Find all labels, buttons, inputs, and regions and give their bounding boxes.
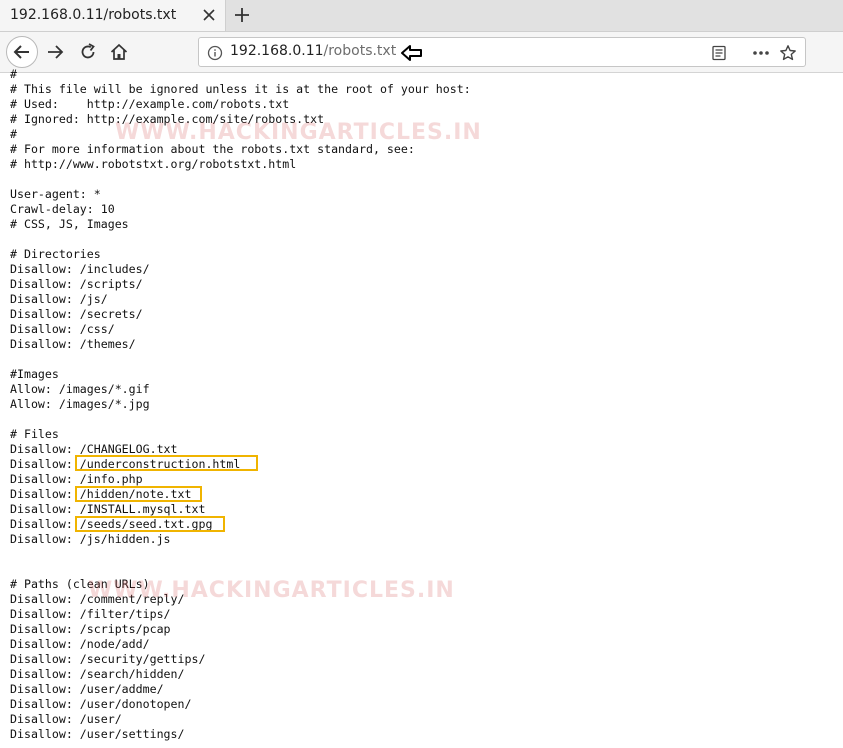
back-arrow-icon bbox=[13, 45, 29, 59]
back-button[interactable] bbox=[6, 36, 38, 68]
robots-line: Disallow: /CHANGELOG.txt bbox=[10, 442, 178, 456]
info-icon[interactable] bbox=[207, 45, 223, 61]
robots-line: User-agent: * bbox=[10, 187, 101, 201]
robots-line: Allow: /images/*.gif bbox=[10, 382, 150, 396]
robots-line: # Used: http://example.com/robots.txt bbox=[10, 97, 290, 111]
robots-line: # CSS, JS, Images bbox=[10, 217, 129, 231]
robots-line: Disallow: /scripts/ bbox=[10, 277, 143, 291]
robots-line: # bbox=[10, 127, 17, 141]
robots-line: Disallow: /info.php bbox=[10, 472, 143, 486]
robots-line: Disallow: /js/hidden.js bbox=[10, 532, 171, 546]
tab-robots-txt[interactable]: 192.168.0.11/robots.txt bbox=[0, 0, 226, 31]
robots-line: Disallow: /user/donotopen/ bbox=[10, 697, 192, 711]
url-text[interactable]: 192.168.0.11/robots.txt bbox=[230, 43, 396, 59]
url-bar[interactable]: 192.168.0.11/robots.txt bbox=[198, 37, 806, 67]
robots-line: # This file will be ignored unless it is… bbox=[10, 82, 471, 96]
watermark-bottom: WWW.HACKINGARTICLES.IN bbox=[88, 578, 455, 603]
robots-line: Disallow: /themes/ bbox=[10, 337, 136, 351]
highlight-underconstruction-html bbox=[75, 455, 258, 471]
robots-line: #Images bbox=[10, 367, 59, 381]
robots-line: # Directories bbox=[10, 247, 101, 261]
new-tab-icon[interactable] bbox=[232, 5, 252, 25]
reader-view-icon[interactable] bbox=[711, 45, 727, 61]
robots-line: Disallow: /includes/ bbox=[10, 262, 150, 276]
robots-line: Disallow: /filter/tips/ bbox=[10, 607, 171, 621]
robots-line: Disallow: /node/add/ bbox=[10, 637, 150, 651]
home-icon[interactable] bbox=[109, 42, 129, 62]
highlight-seeds-seed-txt-gpg bbox=[75, 516, 225, 532]
url-path: /robots.txt bbox=[323, 43, 397, 59]
robots-line: Disallow: /css/ bbox=[10, 322, 115, 336]
url-host: 192.168.0.11 bbox=[230, 43, 324, 59]
watermark-top: WWW.HACKINGARTICLES.IN bbox=[115, 120, 482, 145]
robots-line: Allow: /images/*.jpg bbox=[10, 397, 150, 411]
robots-line: Crawl-delay: 10 bbox=[10, 202, 115, 216]
robots-line: Disallow: /INSTALL.mysql.txt bbox=[10, 502, 206, 516]
robots-line: Disallow: /js/ bbox=[10, 292, 108, 306]
arrow-left-annotation-icon bbox=[401, 45, 422, 61]
robots-line: # http://www.robotstxt.org/robotstxt.htm… bbox=[10, 157, 297, 171]
tab-title: 192.168.0.11/robots.txt bbox=[10, 7, 177, 23]
forward-icon[interactable] bbox=[45, 42, 65, 62]
page-actions-menu-icon[interactable] bbox=[751, 45, 771, 61]
robots-line: # Files bbox=[10, 427, 59, 441]
highlight-hidden-note-txt bbox=[75, 486, 202, 502]
tab-strip: 192.168.0.11/robots.txt bbox=[0, 0, 843, 32]
close-icon[interactable] bbox=[200, 6, 218, 24]
robots-line: # bbox=[10, 67, 17, 81]
robots-txt-content: # # This file will be ignored unless it … bbox=[10, 67, 471, 742]
robots-line: Disallow: /search/hidden/ bbox=[10, 667, 185, 681]
robots-line: Disallow: /user/ bbox=[10, 712, 122, 726]
robots-line: Disallow: /scripts/pcap bbox=[10, 622, 171, 636]
robots-line: Disallow: /secrets/ bbox=[10, 307, 143, 321]
robots-line: Disallow: /security/gettips/ bbox=[10, 652, 206, 666]
bookmark-star-icon[interactable] bbox=[779, 44, 797, 62]
robots-line: Disallow: /user/settings/ bbox=[10, 727, 185, 741]
reload-icon[interactable] bbox=[78, 42, 98, 62]
robots-line: Disallow: /user/addme/ bbox=[10, 682, 164, 696]
